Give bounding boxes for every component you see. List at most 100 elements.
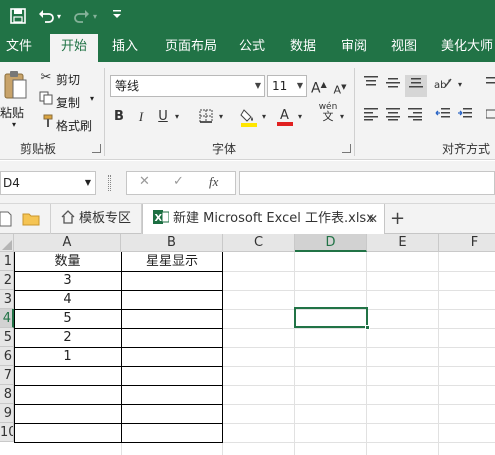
font-color-dropdown-icon[interactable]: ▾ (295, 107, 305, 127)
redo-dropdown-icon[interactable]: ▾ (93, 8, 97, 26)
row-header-9[interactable]: 9 (0, 404, 14, 423)
row-header-1[interactable]: 1 (0, 252, 14, 271)
tab-file[interactable]: 文件 (0, 34, 38, 62)
column-header-a[interactable]: A (14, 234, 121, 252)
phonetic-dropdown-icon[interactable]: ▾ (337, 107, 347, 127)
column-header-b[interactable]: B (121, 234, 223, 252)
row-header-10[interactable]: 10 (0, 423, 14, 442)
row-header-7[interactable]: 7 (0, 366, 14, 385)
bold-button[interactable]: B (112, 107, 126, 127)
orientation-dropdown-icon[interactable]: ▾ (455, 75, 465, 95)
cell-a5[interactable]: 2 (14, 328, 121, 347)
paste-dropdown-icon[interactable]: ▾ (12, 120, 16, 129)
shrink-font-icon: A (333, 83, 342, 97)
excel-file-icon: X (153, 210, 170, 224)
font-color-icon[interactable]: A (276, 106, 294, 133)
formula-bar-grip[interactable] (108, 175, 111, 191)
align-bottom-icon[interactable] (405, 75, 427, 97)
name-box[interactable]: D4 ▼ (0, 171, 96, 195)
undo-icon[interactable] (38, 8, 54, 29)
formula-input[interactable] (239, 171, 495, 195)
font-launcher-icon[interactable] (342, 144, 351, 153)
copy-dropdown-icon[interactable]: ▾ (90, 94, 94, 103)
tab-workbook[interactable]: X 新建 Microsoft Excel 工作表.xlsx ✕ (142, 204, 385, 234)
wrap-text-icon[interactable] (486, 75, 495, 96)
tab-review[interactable]: 审阅 (334, 34, 374, 62)
underline-button[interactable]: U (156, 107, 170, 127)
new-tab-button[interactable]: + (390, 204, 406, 234)
decrease-indent-icon[interactable] (434, 107, 452, 128)
align-center-icon[interactable] (384, 107, 402, 128)
document-icon[interactable] (0, 204, 14, 234)
paste-button[interactable]: 粘贴 (0, 104, 24, 121)
border-dropdown-icon[interactable]: ▾ (216, 107, 226, 127)
fill-color-icon[interactable] (240, 107, 258, 134)
folder-icon[interactable] (22, 204, 44, 234)
customize-icon[interactable] (112, 8, 122, 27)
svg-text:A: A (280, 108, 289, 123)
undo-dropdown-icon[interactable]: ▾ (57, 8, 61, 26)
cut-button[interactable]: 剪切 (56, 71, 80, 88)
cell-a1[interactable]: 数量 (14, 252, 121, 271)
tab-template-zone[interactable]: 模板专区 (50, 204, 142, 234)
copy-button[interactable]: 复制 (56, 94, 80, 111)
tab-formulas[interactable]: 公式 (232, 34, 272, 62)
redo-icon[interactable] (74, 8, 90, 29)
enter-icon[interactable]: ✓ (173, 174, 184, 189)
selected-cell-d4[interactable] (294, 307, 368, 328)
row-header-5[interactable]: 5 (0, 328, 14, 347)
orientation-icon[interactable]: ab (434, 75, 454, 98)
cancel-icon[interactable]: ✕ (139, 174, 150, 189)
row-header-4[interactable]: 4 (0, 309, 14, 328)
grow-font-button[interactable]: A▲ (311, 75, 327, 99)
tab-data[interactable]: 数据 (282, 34, 324, 62)
format-painter-icon[interactable] (38, 114, 54, 135)
fill-handle[interactable] (365, 325, 370, 330)
row-header-3[interactable]: 3 (0, 290, 14, 309)
chevron-down-icon[interactable]: ▼ (85, 172, 91, 194)
underline-dropdown-icon[interactable]: ▾ (172, 107, 182, 127)
align-left-icon[interactable] (362, 107, 380, 128)
align-top-icon[interactable] (362, 75, 380, 96)
close-icon[interactable]: ✕ (368, 204, 378, 234)
row-header-6[interactable]: 6 (0, 347, 14, 366)
select-all-corner[interactable] (0, 234, 14, 252)
insert-function-icon[interactable]: fx (209, 174, 218, 190)
cell-a3[interactable]: 4 (14, 290, 121, 309)
table-border (14, 385, 223, 386)
tab-home[interactable]: 开始 (50, 34, 98, 62)
row-header-2[interactable]: 2 (0, 271, 14, 290)
paste-icon[interactable] (0, 68, 30, 108)
column-header-d[interactable]: D (295, 234, 367, 252)
tab-page-layout[interactable]: 页面布局 (156, 34, 226, 62)
cell-b1[interactable]: 星星显示 (121, 252, 223, 271)
clipboard-launcher-icon[interactable] (92, 144, 101, 153)
shrink-font-button[interactable]: A▼ (333, 77, 347, 101)
cut-icon[interactable]: ✂ (38, 68, 54, 88)
group-separator (104, 68, 105, 156)
worksheet-grid[interactable]: A B C D E F 1 2 3 4 5 6 7 8 9 10 数量 星星显示… (0, 234, 495, 455)
font-name-select[interactable]: 等线 ▼ (110, 75, 265, 97)
tab-view[interactable]: 视图 (384, 34, 424, 62)
ribbon-home: 粘贴 ▾ ✂ 剪切 复制 ▾ 格式刷 剪贴板 等线 ▼ 11 ▼ A▲ A▼ B… (0, 62, 495, 160)
align-right-icon[interactable] (406, 107, 424, 128)
italic-button[interactable]: I (134, 107, 148, 127)
row-header-8[interactable]: 8 (0, 385, 14, 404)
font-size-select[interactable]: 11 ▼ (267, 75, 307, 97)
column-header-e[interactable]: E (367, 234, 439, 252)
format-painter-button[interactable]: 格式刷 (56, 117, 92, 134)
save-icon[interactable] (10, 8, 26, 29)
tab-beautify-master[interactable]: 美化大师 (436, 34, 495, 62)
cell-a4[interactable]: 5 (14, 309, 121, 328)
merge-center-icon[interactable] (485, 107, 495, 128)
cell-a2[interactable]: 3 (14, 271, 121, 290)
fill-color-dropdown-icon[interactable]: ▾ (259, 107, 269, 127)
tab-insert[interactable]: 插入 (104, 34, 146, 62)
increase-indent-icon[interactable] (456, 107, 474, 128)
column-header-f[interactable]: F (439, 234, 495, 252)
align-middle-icon[interactable] (384, 75, 402, 96)
column-header-c[interactable]: C (223, 234, 295, 252)
copy-icon[interactable] (38, 91, 54, 112)
border-icon[interactable] (198, 109, 214, 130)
cell-a6[interactable]: 1 (14, 347, 121, 366)
